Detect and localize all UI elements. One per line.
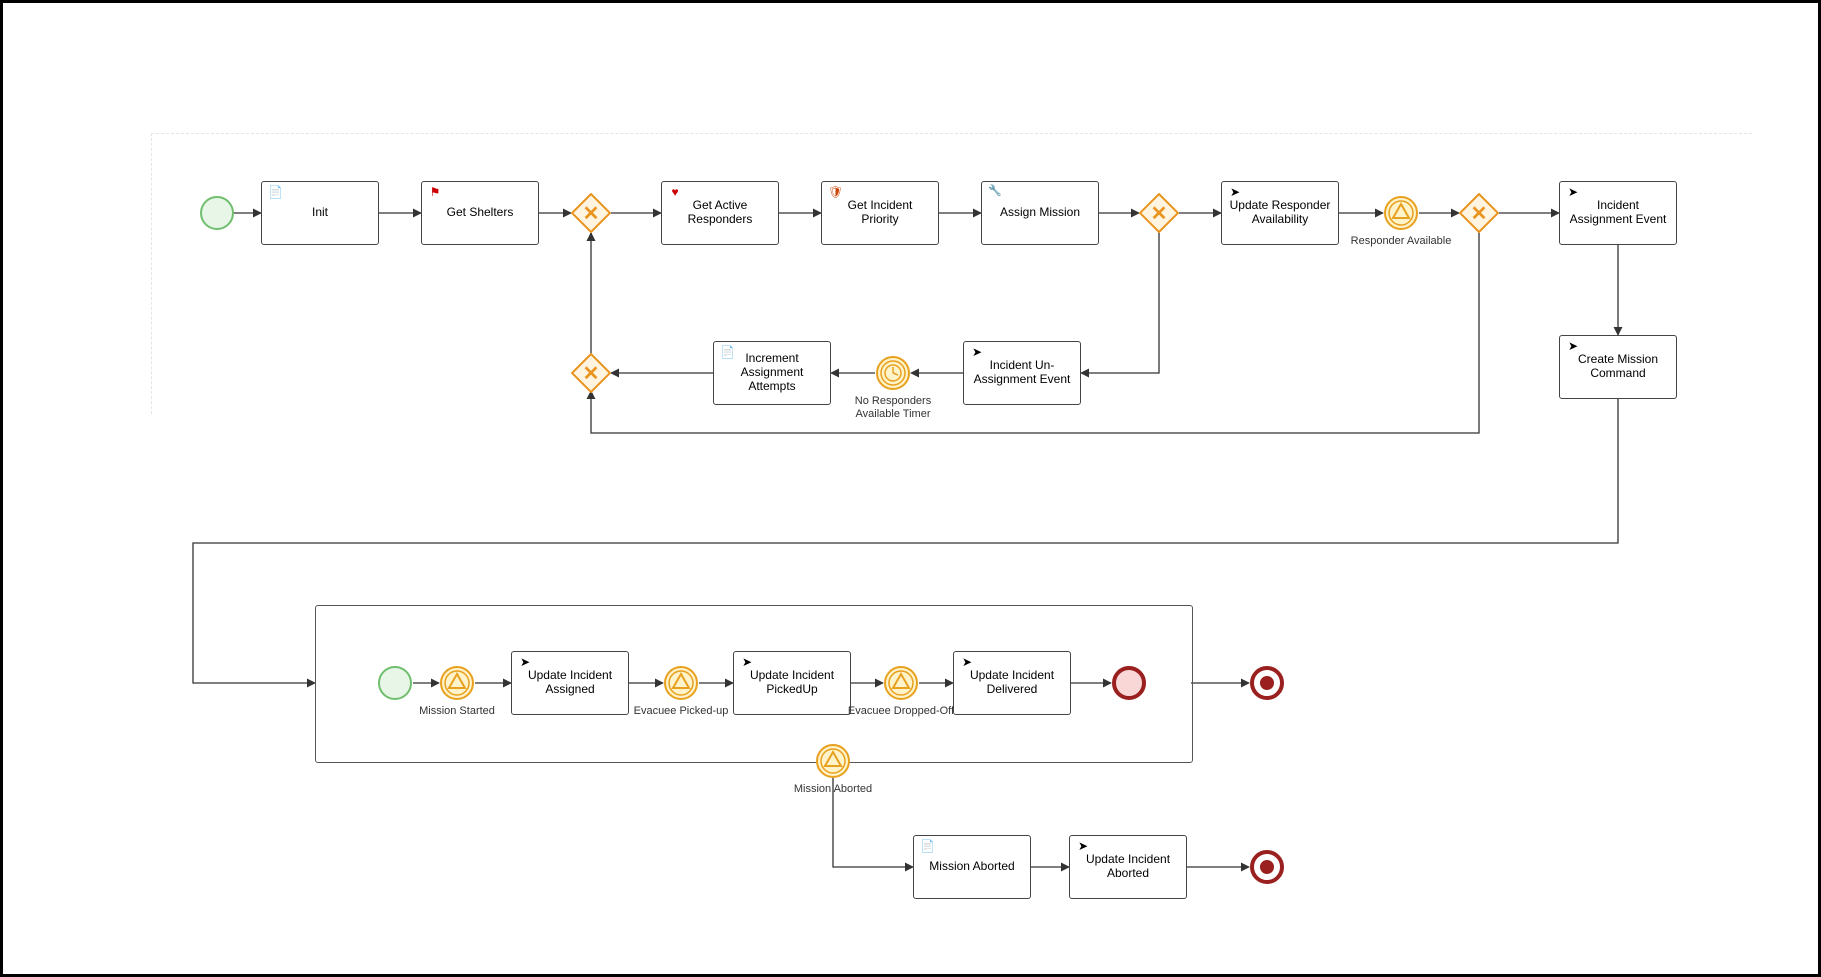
gateway-retry-merge[interactable]: ✕ bbox=[571, 353, 611, 393]
boundary-event-mission-aborted[interactable] bbox=[815, 743, 851, 779]
task-label: Create Mission Command bbox=[1566, 353, 1670, 381]
task-incident-unassignment-event[interactable]: ➤ Incident Un-Assignment Event bbox=[963, 341, 1081, 405]
task-label: Update Incident Aborted bbox=[1076, 853, 1180, 881]
start-event[interactable] bbox=[199, 195, 235, 231]
task-init[interactable]: 📄 Init bbox=[261, 181, 379, 245]
send-icon: ➤ bbox=[970, 346, 984, 360]
service-icon: ⚑ bbox=[428, 186, 442, 200]
task-label: Init bbox=[312, 206, 328, 220]
event-label: Evacuee Picked-up bbox=[626, 705, 736, 718]
send-icon: ➤ bbox=[1228, 186, 1242, 200]
send-icon: ➤ bbox=[1566, 186, 1580, 200]
task-get-shelters[interactable]: ⚑ Get Shelters bbox=[421, 181, 539, 245]
script-icon: 📄 bbox=[920, 840, 934, 854]
task-update-responder-availability[interactable]: ➤ Update Responder Availability bbox=[1221, 181, 1339, 245]
send-icon: ➤ bbox=[740, 656, 754, 670]
task-label: Incident Un-Assignment Event bbox=[970, 359, 1074, 387]
task-update-incident-aborted[interactable]: ➤ Update Incident Aborted bbox=[1069, 835, 1187, 899]
subprocess-end-event[interactable] bbox=[1111, 665, 1147, 701]
send-icon: ➤ bbox=[1566, 340, 1580, 354]
abort-end-event[interactable] bbox=[1249, 849, 1285, 885]
diagram-frame: 📄 Init ⚑ Get Shelters ✕ ♥ Get Active Res… bbox=[0, 0, 1821, 977]
send-icon: ➤ bbox=[960, 656, 974, 670]
gateway-after-responder[interactable]: ✕ bbox=[1459, 193, 1499, 233]
send-icon: ➤ bbox=[1076, 840, 1090, 854]
task-get-incident-priority[interactable]: 🛡 Get Incident Priority bbox=[821, 181, 939, 245]
event-label: No Responders Available Timer bbox=[838, 395, 948, 420]
process-end-event[interactable] bbox=[1249, 665, 1285, 701]
event-no-responders-timer[interactable] bbox=[875, 355, 911, 391]
event-label: Responder Available bbox=[1346, 235, 1456, 248]
svg-text:✕: ✕ bbox=[1151, 203, 1168, 225]
script-icon: 📄 bbox=[720, 346, 734, 360]
connectors-layer bbox=[3, 3, 1818, 974]
task-label: Mission Aborted bbox=[929, 860, 1014, 874]
svg-text:✕: ✕ bbox=[583, 203, 600, 225]
send-icon: ➤ bbox=[518, 656, 532, 670]
gateway-assign-decision[interactable]: ✕ bbox=[1139, 193, 1179, 233]
task-increment-assignment-attempts[interactable]: 📄 Increment Assignment Attempts bbox=[713, 341, 831, 405]
event-evacuee-dropped-off[interactable] bbox=[883, 665, 919, 701]
subprocess-start-event[interactable] bbox=[377, 665, 413, 701]
service-icon: 🛡 bbox=[828, 186, 842, 200]
task-label: Update Incident Assigned bbox=[518, 669, 622, 697]
svg-text:✕: ✕ bbox=[1471, 203, 1488, 225]
task-label: Update Responder Availability bbox=[1228, 199, 1332, 227]
task-label: Assign Mission bbox=[1000, 206, 1080, 220]
task-get-active-responders[interactable]: ♥ Get Active Responders bbox=[661, 181, 779, 245]
event-label: Mission Started bbox=[402, 705, 512, 718]
business-rule-icon: 🔧 bbox=[988, 186, 1002, 200]
task-label: Get Incident Priority bbox=[828, 199, 932, 227]
task-label: Get Active Responders bbox=[668, 199, 772, 227]
task-update-incident-pickedup[interactable]: ➤ Update Incident PickedUp bbox=[733, 651, 851, 715]
task-mission-aborted[interactable]: 📄 Mission Aborted bbox=[913, 835, 1031, 899]
task-update-incident-assigned[interactable]: ➤ Update Incident Assigned bbox=[511, 651, 629, 715]
task-label: Update Incident PickedUp bbox=[740, 669, 844, 697]
task-label: Update Incident Delivered bbox=[960, 669, 1064, 697]
task-label: Incident Assignment Event bbox=[1566, 199, 1670, 227]
task-assign-mission[interactable]: 🔧 Assign Mission bbox=[981, 181, 1099, 245]
event-label: Mission Aborted bbox=[778, 783, 888, 796]
service-icon: ♥ bbox=[668, 186, 682, 200]
event-mission-started[interactable] bbox=[439, 665, 475, 701]
task-create-mission-command[interactable]: ➤ Create Mission Command bbox=[1559, 335, 1677, 399]
event-responder-available[interactable] bbox=[1383, 195, 1419, 231]
script-icon: 📄 bbox=[268, 186, 282, 200]
event-label: Evacuee Dropped-Off bbox=[846, 705, 956, 718]
svg-text:✕: ✕ bbox=[583, 363, 600, 385]
task-update-incident-delivered[interactable]: ➤ Update Incident Delivered bbox=[953, 651, 1071, 715]
task-incident-assignment-event[interactable]: ➤ Incident Assignment Event bbox=[1559, 181, 1677, 245]
task-label: Get Shelters bbox=[447, 206, 514, 220]
gateway-converge-1[interactable]: ✕ bbox=[571, 193, 611, 233]
task-label: Increment Assignment Attempts bbox=[720, 352, 824, 393]
event-evacuee-picked-up[interactable] bbox=[663, 665, 699, 701]
